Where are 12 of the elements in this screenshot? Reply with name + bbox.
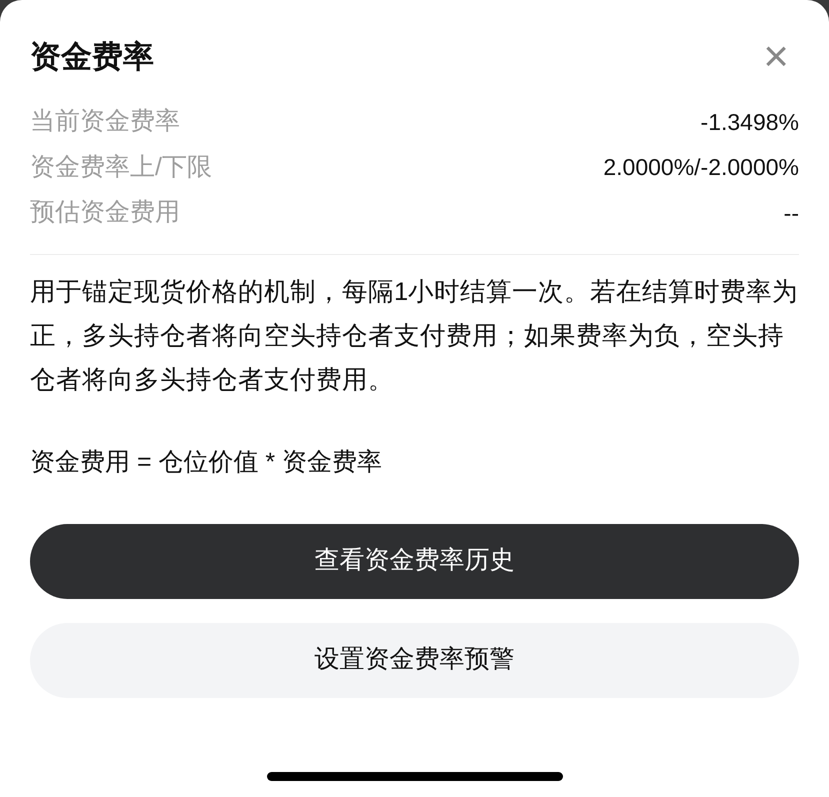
close-button[interactable]: × (763, 35, 789, 79)
action-button[interactable]: 查看资金费率历史 (30, 524, 799, 598)
info-label: 预估资金费用 (30, 197, 180, 228)
action-button[interactable]: 设置资金费率预警 (30, 622, 799, 698)
info-value: -1.3498% (700, 108, 799, 136)
sheet-title: 资金费率 (30, 38, 154, 76)
info-label: 当前资金费率 (30, 106, 180, 137)
description-text: 用于锚定现货价格的机制，每隔1小时结算一次。若在结算时费率为正，多头持仓者将向空头持仓者支付费用；如果费率为负，空头持仓者将向多头持仓者支付费用。 (30, 276, 800, 396)
info-value: -- (784, 198, 799, 228)
info-value: 2.0000%/-2.0000% (603, 153, 799, 182)
formula-text: 资金费用 = 仓位价值 * 资金费率 (30, 446, 384, 478)
info-label: 资金费率上/下限 (30, 152, 212, 182)
